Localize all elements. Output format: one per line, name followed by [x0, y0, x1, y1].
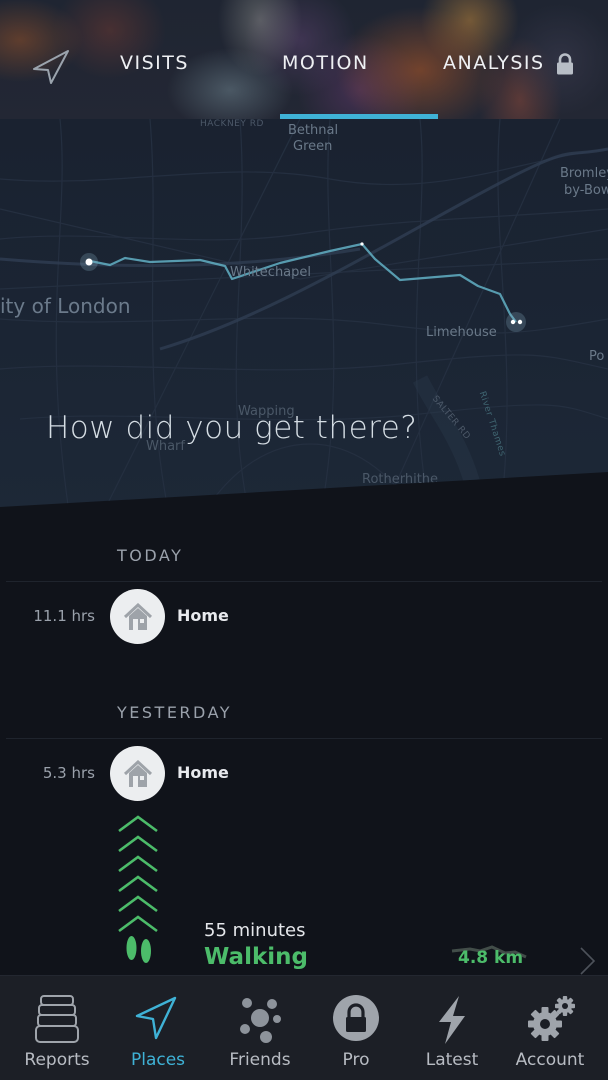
map-label-hackney-rd: HACKNEY RD [200, 119, 264, 129]
visit-duration: 5.3 hrs [42, 764, 95, 782]
nav-item-reports[interactable]: Reports [7, 976, 107, 1080]
route-map[interactable]: HACKNEY RD Bethnal Green Bromley- by-Bow… [0, 119, 608, 507]
nav-label: Places [130, 1050, 186, 1070]
nav-label: Latest [425, 1050, 479, 1070]
active-tab-indicator [280, 114, 438, 119]
location-arrow-icon [135, 996, 177, 1040]
nav-item-places[interactable]: Places [108, 976, 208, 1080]
reports-stack-icon [35, 995, 79, 1043]
map-label-bethnal-green: Bethnal Green [288, 123, 338, 155]
nav-label: Friends [229, 1050, 291, 1070]
motion-path-chevrons [118, 815, 158, 933]
place-name: Home [177, 606, 229, 625]
gears-icon [528, 996, 575, 1041]
map-label-bromley-by-bow: Bromley- by-Bow [560, 165, 608, 199]
map-streets [0, 119, 608, 507]
nav-item-account[interactable]: Account [500, 976, 600, 1080]
nav-item-friends[interactable]: Friends [210, 976, 310, 1080]
section-title-today: TODAY [117, 546, 184, 565]
visit-duration: 11.1 hrs [33, 607, 95, 625]
map-label-bethnal: Bethnal [288, 123, 339, 138]
map-label-city-of-london: ity of London [0, 294, 131, 318]
tab-motion[interactable]: MOTION [282, 52, 369, 74]
map-label-green: Green [293, 139, 333, 154]
motion-type[interactable]: Walking [204, 944, 308, 970]
lightning-icon [439, 996, 465, 1044]
nav-item-pro[interactable]: Pro [306, 976, 406, 1080]
home-icon [123, 602, 152, 630]
route-waypoint [360, 242, 364, 246]
place-avatar [110, 746, 165, 801]
lock-icon [333, 995, 379, 1041]
map-label-bromley: Bromley- [560, 166, 608, 181]
bottom-nav: Reports Places Friends Pro Latest Accoun… [0, 975, 608, 1080]
divider [6, 581, 602, 582]
motion-distance-group: 4.8 km [450, 945, 530, 975]
place-avatar [110, 589, 165, 644]
place-name: Home [177, 763, 229, 782]
lock-icon [557, 53, 573, 75]
divider [6, 738, 602, 739]
motion-distance: 4.8 km [458, 948, 524, 968]
nav-label: Pro [342, 1050, 370, 1070]
footprints-icon [126, 936, 151, 963]
chevron-right-icon[interactable] [578, 946, 596, 976]
map-label-whitechapel: Whitechapel [230, 265, 312, 280]
map-label-limehouse: Limehouse [426, 325, 497, 340]
home-icon [123, 759, 152, 787]
location-arrow-icon[interactable] [30, 48, 72, 84]
header: VISITS MOTION ANALYSIS [0, 0, 608, 119]
nav-label: Account [515, 1050, 585, 1070]
map-label-rotherhithe: Rotherhithe [362, 472, 439, 487]
route-end-marker [510, 319, 516, 325]
map-prompt: How did you get there? [46, 410, 418, 446]
motion-duration: 55 minutes [204, 920, 306, 941]
visit-row[interactable]: 11.1 hrs Home [0, 588, 608, 646]
map-label-poplar: Po [589, 349, 605, 364]
tab-analysis[interactable]: ANALYSIS [443, 52, 545, 74]
visit-row[interactable]: 5.3 hrs Home [0, 745, 608, 803]
map-label-by-bow: by-Bow [564, 183, 608, 198]
nav-item-latest[interactable]: Latest [402, 976, 502, 1080]
route-start-marker [85, 258, 93, 266]
section-title-yesterday: YESTERDAY [117, 703, 233, 722]
nav-label: Reports [24, 1050, 90, 1070]
tab-visits[interactable]: VISITS [120, 52, 189, 74]
friends-dots-icon [240, 998, 281, 1043]
